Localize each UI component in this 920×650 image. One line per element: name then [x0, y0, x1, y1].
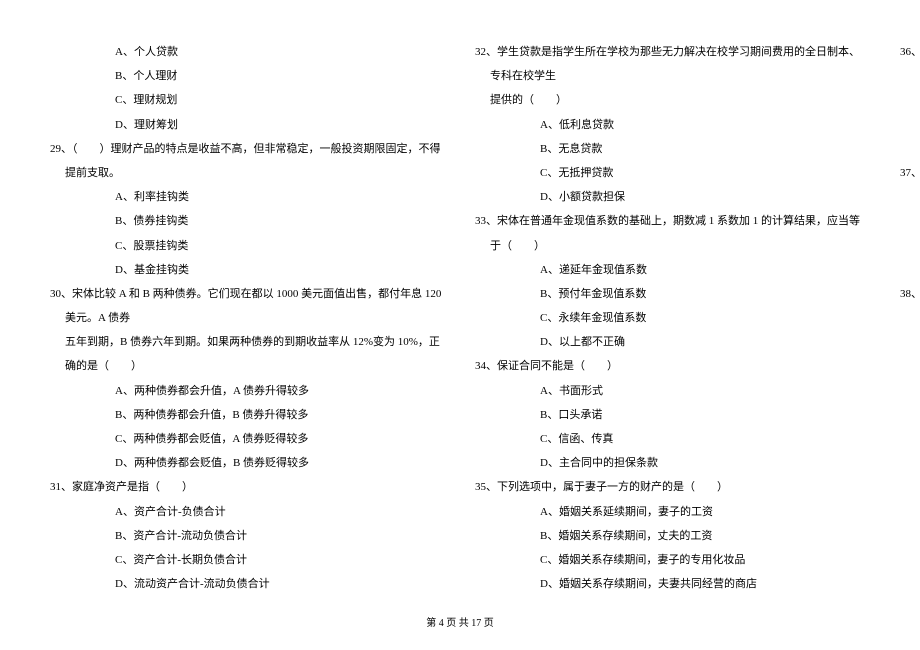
q35-option-d: D、婚姻关系存续期间，夫妻共同经营的商店 — [475, 572, 870, 596]
q36-stem: 36、下列指标中不能用来衡量债券收益性的是（ ） — [900, 40, 920, 64]
q29-stem: 29、（ ）理财产品的特点是收益不高，但非常稳定，一般投资期限固定，不得提前支取… — [50, 137, 445, 185]
q34-option-d: D、主合同中的担保条款 — [475, 451, 870, 475]
q33-stem: 33、宋体在普通年金现值系数的基础上，期数减 1 系数加 1 的计算结果，应当等… — [475, 209, 870, 257]
q33-option-b: B、预付年金现值系数 — [475, 282, 870, 306]
q36-option-d: D、持有期收益率 — [900, 137, 920, 161]
q35-option-c: C、婚姻关系存续期间，妻子的专用化妆品 — [475, 548, 870, 572]
q30-option-b: B、两种债券都会升值，B 债券升得较多 — [50, 403, 445, 427]
q34-stem: 34、保证合同不能是（ ） — [475, 354, 870, 378]
q31-option-c: C、资产合计-长期负债合计 — [50, 548, 445, 572]
q29-option-c: C、股票挂钩类 — [50, 234, 445, 258]
q38-stem: 38、通常情况下，流动性比率应保持在（ ）左右。 — [900, 282, 920, 306]
q37-stem: 37、股票投资地收益等于（ ） — [900, 161, 920, 185]
q28-option-b: B、个人理财 — [50, 64, 445, 88]
q33-option-a: A、递延年金现值系数 — [475, 258, 870, 282]
q30-option-a: A、两种债券都会升值，A 债券升得较多 — [50, 379, 445, 403]
q31-option-b: B、资产合计-流动负债合计 — [50, 524, 445, 548]
q28-option-c: C、理财规划 — [50, 88, 445, 112]
q37-option-a: A、资本利得 — [900, 185, 920, 209]
q30-option-d: D、两种债券都会贬值，B 债券贬得较多 — [50, 451, 445, 475]
q28-option-a: A、个人贷款 — [50, 40, 445, 64]
q29-option-b: B、债券挂钩类 — [50, 209, 445, 233]
q32-option-d: D、小额贷款担保 — [475, 185, 870, 209]
q36-option-a: A、面值收益 — [900, 64, 920, 88]
page-footer: 第 4 页 共 17 页 — [0, 613, 920, 635]
q31-stem: 31、家庭净资产是指（ ） — [50, 475, 445, 499]
q32-option-c: C、无抵押贷款 — [475, 161, 870, 185]
q29-option-a: A、利率挂钩类 — [50, 185, 445, 209]
q36-option-c: C、方差 — [900, 113, 920, 137]
q28-option-d: D、理财筹划 — [50, 113, 445, 137]
q32-option-b: B、无息贷款 — [475, 137, 870, 161]
q33-option-d: D、以上都不正确 — [475, 330, 870, 354]
q29-option-d: D、基金挂钩类 — [50, 258, 445, 282]
q34-option-b: B、口头承诺 — [475, 403, 870, 427]
q32-stem: 32、学生贷款是指学生所在学校为那些无力解决在校学习期间费用的全日制本、专科在校… — [475, 40, 870, 88]
q34-option-a: A、书面形式 — [475, 379, 870, 403]
q31-option-d: D、流动资产合计-流动负债合计 — [50, 572, 445, 596]
q37-option-c: C、资本利得加股利所得 — [900, 234, 920, 258]
q35-option-a: A、婚姻关系延续期间，妻子的工资 — [475, 500, 870, 524]
q31-option-a: A、资产合计-负债合计 — [50, 500, 445, 524]
q30-stem: 30、宋体比较 A 和 B 两种债券。它们现在都以 1000 美元面值出售，都付… — [50, 282, 445, 330]
q33-option-c: C、永续年金现值系数 — [475, 306, 870, 330]
q32-stem-cont: 提供的（ ） — [475, 88, 870, 112]
q30-stem-cont: 五年到期，B 债券六年到期。如果两种债券的到期收益率从 12%变为 10%，正确… — [50, 330, 445, 378]
q30-option-c: C、两种债券都会贬值，A 债券贬得较多 — [50, 427, 445, 451]
q36-option-b: B、预期收益率 — [900, 88, 920, 112]
q35-stem: 35、下列选项中，属于妻子一方的财产的是（ ） — [475, 475, 870, 499]
q37-option-b: B、股利所得 — [900, 209, 920, 233]
q35-option-b: B、婚姻关系存续期间，丈夫的工资 — [475, 524, 870, 548]
q37-option-d: D、资本利得加利息所得 — [900, 258, 920, 282]
q32-option-a: A、低利息贷款 — [475, 113, 870, 137]
q34-option-c: C、信函、传真 — [475, 427, 870, 451]
